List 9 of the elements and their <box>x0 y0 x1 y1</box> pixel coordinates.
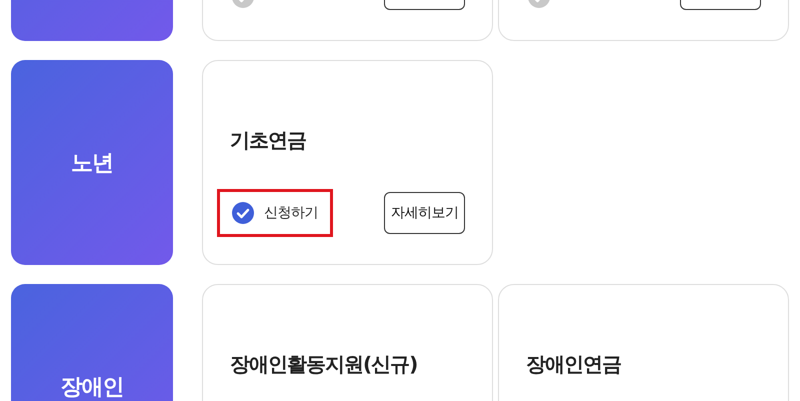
apply-label: 신청하기 <box>264 204 318 222</box>
category-label: 노년 <box>71 150 113 178</box>
category-label: 장애인 <box>60 374 124 401</box>
apply-option[interactable]: 신청하기 <box>217 189 333 237</box>
card-title: 장애인활동지원(신규) <box>230 351 418 378</box>
details-button[interactable]: 자세히보기 <box>384 192 465 234</box>
card-title: 기초연금 <box>230 127 306 154</box>
card-title: 장애인연금 <box>526 351 621 378</box>
check-icon[interactable] <box>232 202 254 224</box>
